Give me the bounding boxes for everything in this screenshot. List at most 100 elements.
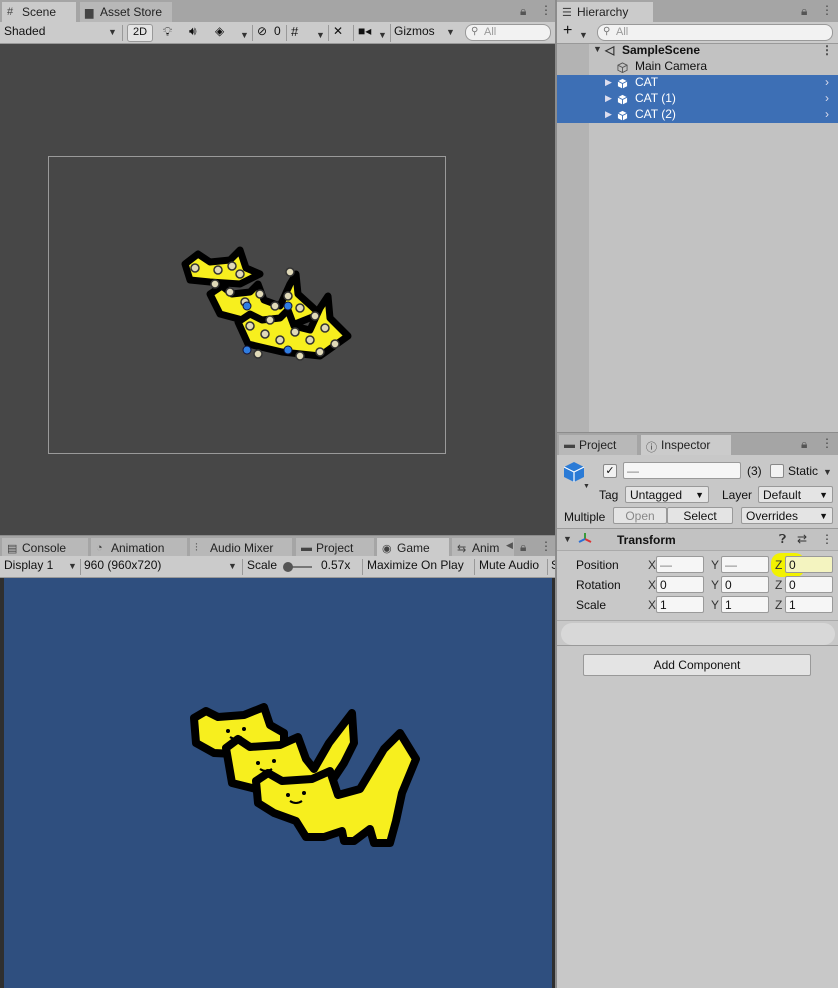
tab-project-2[interactable]: ▬ Project xyxy=(559,435,637,455)
tag-dropdown[interactable]: Untagged ▼ xyxy=(625,486,709,503)
tab-animator[interactable]: ⇆ Anim xyxy=(452,538,514,558)
position-y-field[interactable]: — xyxy=(721,556,769,573)
tab-scene[interactable]: # Scene xyxy=(2,2,76,22)
chevron-right-icon[interactable]: › xyxy=(825,75,829,89)
camera-icon[interactable]: ■◂ xyxy=(358,24,371,42)
axis-y-label[interactable]: Y xyxy=(711,578,719,592)
static-checkbox[interactable] xyxy=(770,464,784,478)
tools-icon[interactable]: ✕ xyxy=(333,24,343,42)
display-dropdown[interactable]: Display 1 ▼ xyxy=(4,558,80,576)
axis-x-label[interactable]: X xyxy=(648,558,656,572)
help-icon[interactable]: ❓︎ xyxy=(779,532,786,547)
gameobject-cube-icon[interactable] xyxy=(563,461,585,486)
static-dropdown-icon[interactable]: ▼ xyxy=(823,467,832,477)
component-menu-icon[interactable]: ⋮ xyxy=(821,532,833,546)
select-button[interactable]: Select xyxy=(667,507,733,524)
tab-game[interactable]: ◉ Game xyxy=(377,538,449,558)
tab-animation[interactable]: ◔ Animation xyxy=(91,538,187,558)
axis-x-label[interactable]: X xyxy=(648,578,656,592)
hierarchy-item-cat[interactable]: ▶ CAT › xyxy=(557,75,838,91)
scene-viewport[interactable] xyxy=(0,44,555,535)
open-button[interactable]: Open xyxy=(613,507,667,524)
scale-x-field[interactable]: 1 xyxy=(656,596,704,613)
inspector-lock-icon[interactable]: 🔒︎ xyxy=(801,437,807,452)
rotation-z-field[interactable]: 0 xyxy=(785,576,833,593)
scale-z-field[interactable]: 1 xyxy=(785,596,833,613)
gizmos-dropdown[interactable]: Gizmos ▼ xyxy=(390,24,455,42)
axis-x-label[interactable]: X xyxy=(648,598,656,612)
lighting-icon[interactable]: 💡︎ xyxy=(163,24,172,42)
scene-menu-icon[interactable]: ⋮ xyxy=(540,3,552,17)
position-x-field[interactable]: — xyxy=(656,556,704,573)
object-name-field[interactable]: — xyxy=(623,462,741,479)
scale-slider-thumb[interactable] xyxy=(283,562,293,572)
mute-audio-toggle[interactable]: Mute Audio xyxy=(479,558,539,576)
game-viewport[interactable] xyxy=(0,578,555,988)
tabs-overflow-icon[interactable]: ◀ xyxy=(506,540,513,551)
game-menu-icon[interactable]: ⋮ xyxy=(540,539,552,553)
bottom-tabbar: ▤ Console ◔ Animation ⫶ Audio Mixer ▬ Pr… xyxy=(0,536,555,558)
hierarchy-scene-row[interactable]: ▼ ◁ SampleScene ⋮ xyxy=(557,43,838,59)
overrides-dropdown[interactable]: Overrides ▼ xyxy=(741,507,833,524)
axis-y-label[interactable]: Y xyxy=(711,558,719,572)
grid-dropdown-icon[interactable]: ▼ xyxy=(316,30,325,40)
hierarchy-item-main-camera[interactable]: Main Camera xyxy=(557,59,838,75)
scene-lock-icon[interactable]: 🔒︎ xyxy=(520,4,526,19)
add-component-button[interactable]: Add Component xyxy=(583,654,811,676)
tab-asset-store[interactable]: ▆ Asset Store xyxy=(80,2,172,22)
info-icon: ⓘ xyxy=(646,442,657,454)
fold-arrow-icon[interactable]: ▼ xyxy=(563,534,572,544)
axis-z-label[interactable]: Z xyxy=(775,558,782,572)
hierarchy-lock-icon[interactable]: 🔒︎ xyxy=(801,4,807,19)
chevron-right-icon[interactable]: › xyxy=(825,107,829,121)
expand-arrow-icon[interactable]: ▶ xyxy=(605,93,612,104)
scale-y-field[interactable]: 1 xyxy=(721,596,769,613)
vertical-splitter[interactable] xyxy=(555,0,557,988)
effects-dropdown-icon[interactable]: ▼ xyxy=(240,30,249,40)
add-dropdown-icon[interactable]: ▼ xyxy=(579,30,588,40)
mode-2d-button[interactable]: 2D xyxy=(127,24,154,42)
hierarchy-menu-icon[interactable]: ⋮ xyxy=(821,3,833,17)
tab-inspector[interactable]: ⓘ Inspector xyxy=(641,435,731,455)
axis-z-label[interactable]: Z xyxy=(775,578,782,592)
add-object-button[interactable]: + xyxy=(563,22,572,40)
axis-y-label[interactable]: Y xyxy=(711,598,719,612)
preset-icon[interactable]: ⇄ xyxy=(797,532,807,546)
hierarchy-item-cat-1[interactable]: ▶ CAT (1) › xyxy=(557,91,838,107)
position-z-field[interactable]: 0 xyxy=(785,556,833,573)
tab-console[interactable]: ▤ Console xyxy=(2,538,88,558)
store-icon: ▆ xyxy=(85,7,94,19)
axis-z-label[interactable]: Z xyxy=(775,598,782,612)
hierarchy-search-input[interactable]: ⚲ All xyxy=(597,24,833,41)
camera-dropdown-icon[interactable]: ▼ xyxy=(378,30,387,40)
scene-search-input[interactable]: ⚲ All xyxy=(465,24,551,41)
transform-header[interactable]: ▼ Transform ❓︎ ⇄ ⋮ xyxy=(557,529,838,551)
audio-icon[interactable]: 🔊︎ xyxy=(189,24,197,42)
tab-audio-mixer[interactable]: ⫶ Audio Mixer xyxy=(190,538,292,558)
hidden-objects-icon[interactable]: ⊘ xyxy=(257,24,267,42)
inspector-menu-icon[interactable]: ⋮ xyxy=(821,436,833,450)
active-checkbox[interactable]: ✓ xyxy=(603,464,617,478)
expand-arrow-icon[interactable]: ▶ xyxy=(605,77,612,88)
resolution-dropdown[interactable]: 960 (960x720) ▼ xyxy=(84,558,240,576)
tab-project[interactable]: ▬ Project xyxy=(296,538,374,558)
scene-game-splitter[interactable] xyxy=(0,535,555,536)
cube-dropdown-icon[interactable]: ▼ xyxy=(583,483,590,490)
cube-icon xyxy=(617,77,628,91)
grid-snap-icon[interactable]: # xyxy=(291,24,298,42)
hierarchy-inspector-splitter[interactable] xyxy=(557,432,838,433)
scene-row-menu-icon[interactable]: ⋮ xyxy=(821,43,833,57)
game-lock-icon[interactable]: 🔒︎ xyxy=(520,540,526,555)
scale-slider[interactable] xyxy=(283,562,312,572)
layer-dropdown[interactable]: Default ▼ xyxy=(758,486,833,503)
effects-icon[interactable]: ◈ xyxy=(215,24,224,42)
hierarchy-item-cat-2[interactable]: ▶ CAT (2) › xyxy=(557,107,838,123)
chevron-right-icon[interactable]: › xyxy=(825,91,829,105)
shading-mode-dropdown[interactable]: Shaded ▼ xyxy=(4,24,118,42)
rotation-y-field[interactable]: 0 xyxy=(721,576,769,593)
expand-arrow-icon[interactable]: ▶ xyxy=(605,109,612,120)
tab-hierarchy[interactable]: ☰ Hierarchy xyxy=(557,2,653,22)
rotation-x-field[interactable]: 0 xyxy=(656,576,704,593)
expand-arrow-icon[interactable]: ▼ xyxy=(593,44,602,54)
maximize-on-play-toggle[interactable]: Maximize On Play xyxy=(367,558,464,576)
